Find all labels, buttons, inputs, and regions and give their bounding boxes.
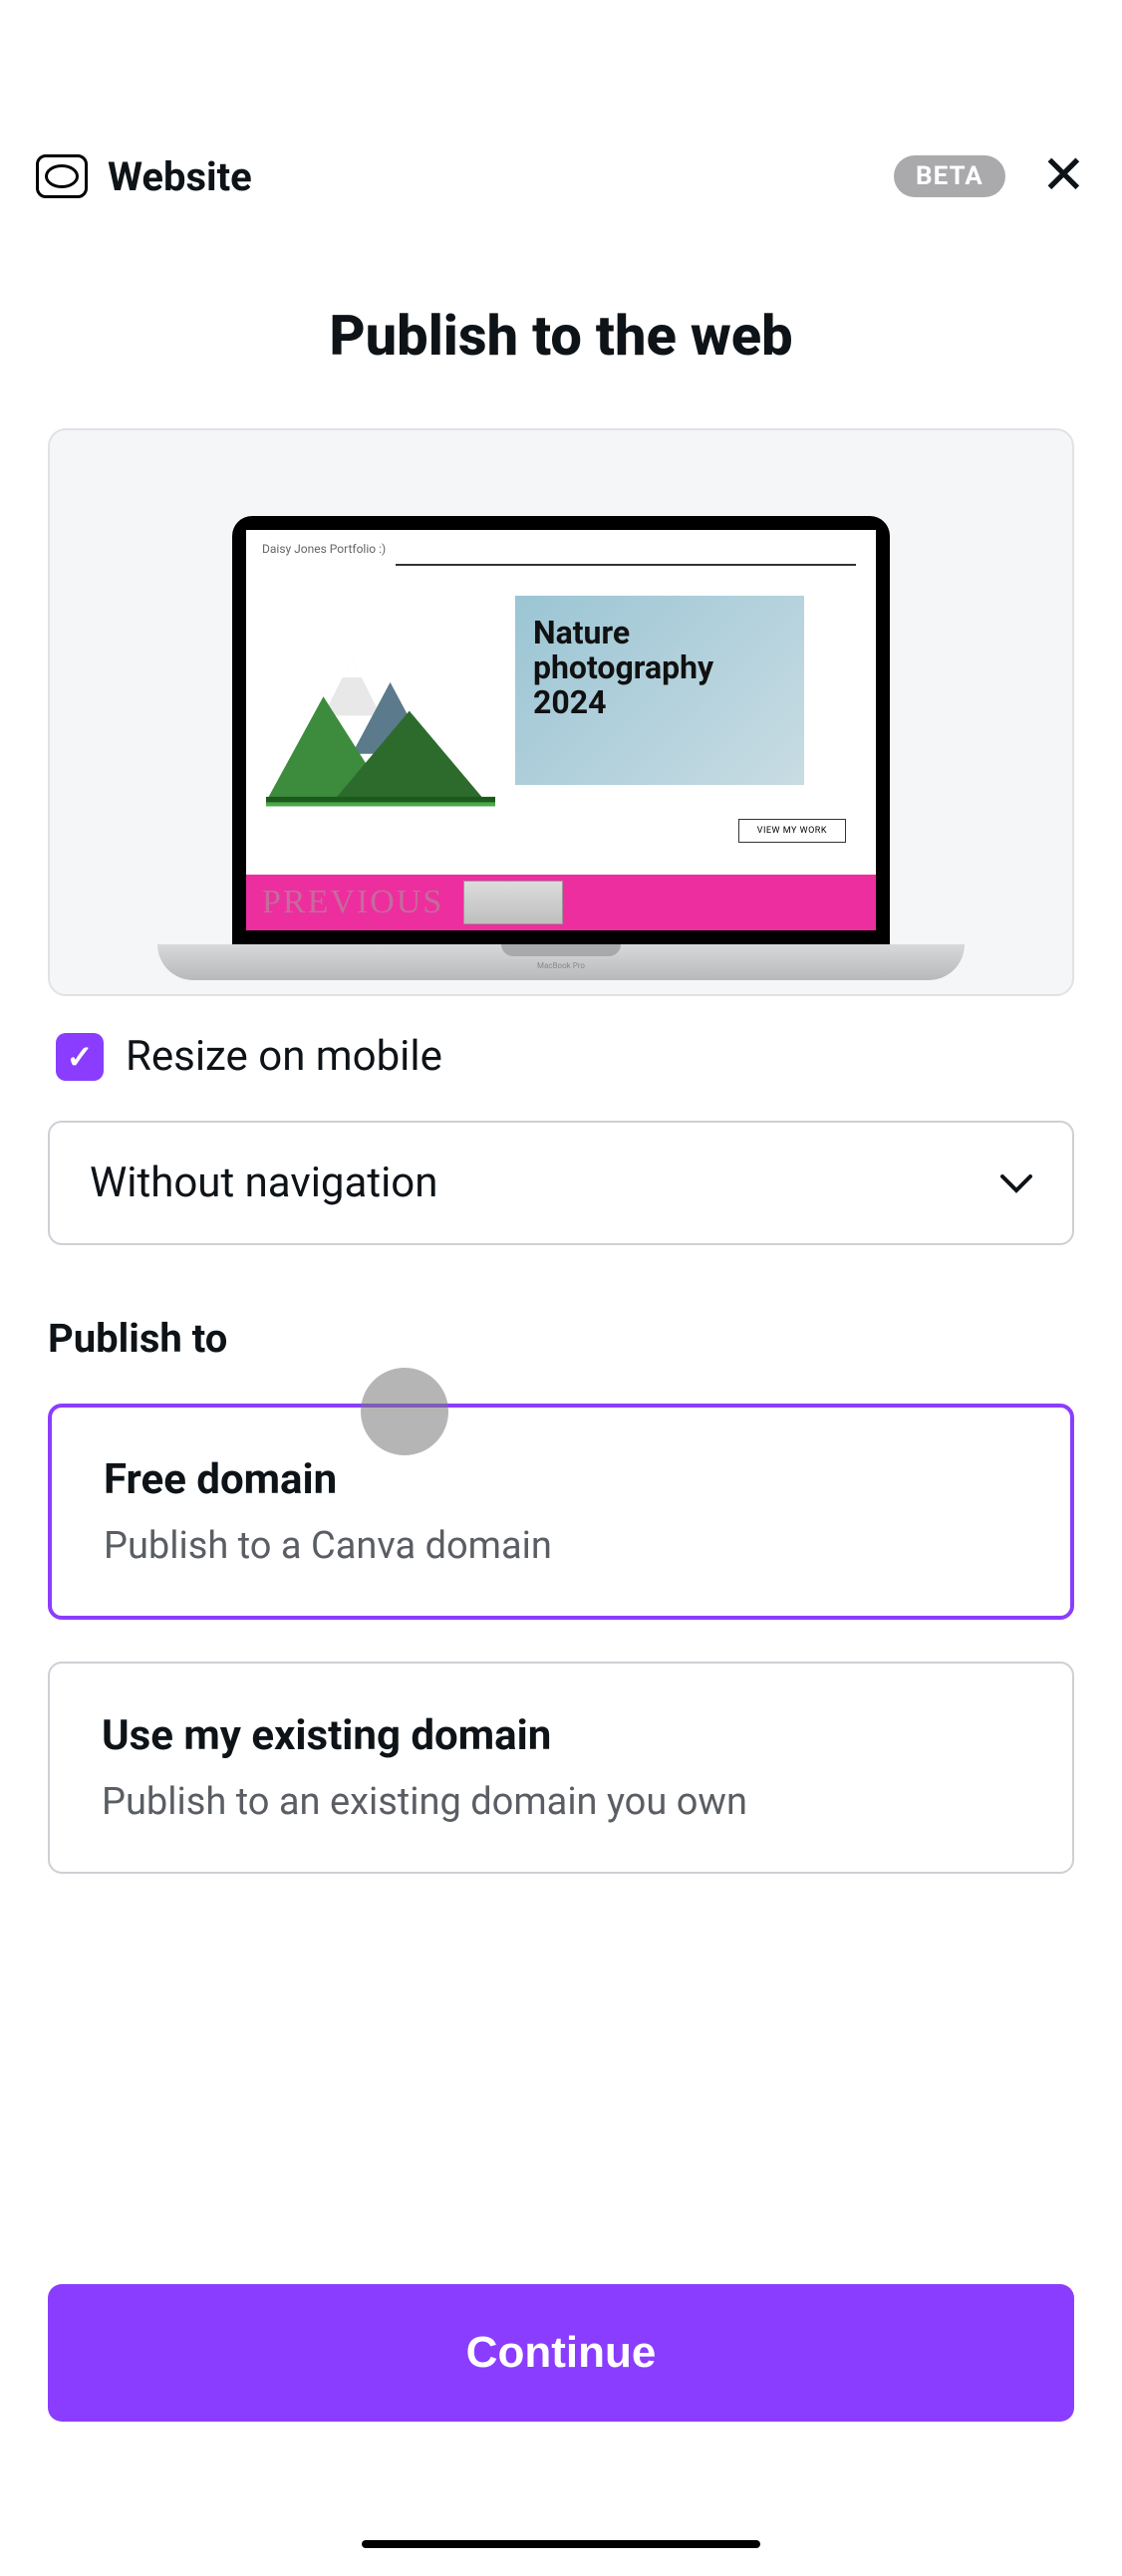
laptop-brand: MacBook Pro <box>537 961 585 970</box>
laptop-notch <box>501 944 621 956</box>
dropdown-selected: Without navigation <box>90 1159 437 1207</box>
photo-title-line1: Nature <box>533 616 786 650</box>
mountain-icon <box>266 636 495 815</box>
site-name: Daisy Jones Portfolio :) <box>246 530 876 556</box>
navigation-dropdown[interactable]: Without navigation <box>48 1121 1074 1245</box>
site-preview: Daisy Jones Portfolio :) <box>246 530 876 930</box>
free-domain-subtitle: Publish to a Canva domain <box>104 1524 1018 1568</box>
thumbnail-box <box>463 881 563 924</box>
publish-to-label: Publish to <box>48 1315 1074 1362</box>
resize-label: Resize on mobile <box>126 1032 442 1081</box>
existing-domain-option[interactable]: Use my existing domain Publish to an exi… <box>48 1662 1074 1874</box>
previous-text: PREVIOUS <box>262 884 443 921</box>
home-indicator[interactable] <box>362 2540 760 2548</box>
pink-footer-bar: PREVIOUS <box>246 875 876 930</box>
page-title: Publish to the web <box>0 303 1122 369</box>
website-link-icon <box>36 154 88 198</box>
site-content: Nature photography 2024 <box>246 566 876 785</box>
preview-card: Daisy Jones Portfolio :) <box>48 428 1074 996</box>
chevron-down-icon <box>1000 1164 1032 1202</box>
view-work-button: VIEW MY WORK <box>738 819 846 843</box>
resize-checkbox-row[interactable]: ✓ Resize on mobile <box>56 1032 1066 1081</box>
close-button[interactable]: ✕ <box>1041 149 1086 203</box>
laptop-mockup: Daisy Jones Portfolio :) <box>157 516 965 994</box>
header-bar: Website BETA ✕ <box>0 149 1122 203</box>
existing-domain-subtitle: Publish to an existing domain you own <box>102 1780 1020 1824</box>
continue-button[interactable]: Continue <box>48 2284 1074 2422</box>
existing-domain-title: Use my existing domain <box>102 1711 1020 1760</box>
resize-checkbox[interactable]: ✓ <box>56 1033 104 1081</box>
photo-title-line3: 2024 <box>533 685 786 720</box>
laptop-base: MacBook Pro <box>157 944 965 980</box>
free-domain-title: Free domain <box>104 1455 1018 1504</box>
photo-title-line2: photography <box>533 650 786 685</box>
photo-card: Nature photography 2024 <box>515 596 804 785</box>
laptop-screen: Daisy Jones Portfolio :) <box>232 516 890 944</box>
beta-badge: BETA <box>894 155 1005 197</box>
mountain-illustration <box>266 636 495 785</box>
touch-indicator <box>361 1368 448 1455</box>
free-domain-option[interactable]: Free domain Publish to a Canva domain <box>48 1404 1074 1620</box>
header-title: Website <box>108 153 874 200</box>
check-icon: ✓ <box>67 1038 94 1076</box>
